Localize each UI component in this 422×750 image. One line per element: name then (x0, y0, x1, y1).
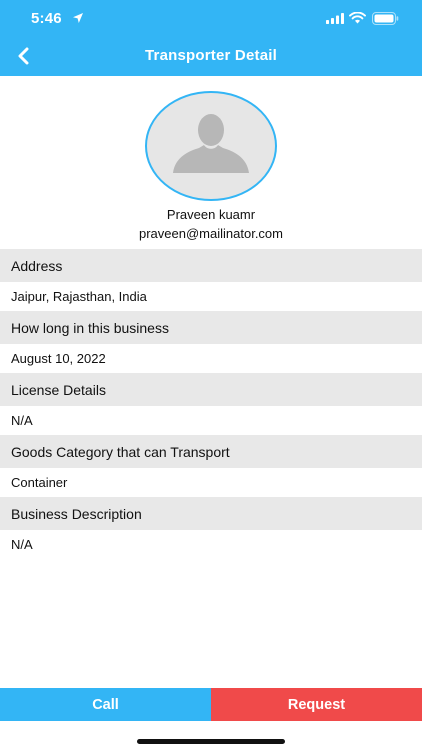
profile-email: praveen@mailinator.com (139, 226, 283, 241)
navigation-bar: Transporter Detail (0, 38, 422, 76)
cellular-signal-icon (326, 13, 344, 24)
profile-section: Praveen kuamr praveen@mailinator.com (0, 76, 422, 248)
details-list: Address Jaipur, Rajasthan, India How lon… (0, 249, 422, 559)
location-arrow-icon (73, 13, 83, 23)
business-description-label: Business Description (0, 497, 422, 530)
license-details-value: N/A (0, 406, 422, 435)
request-button[interactable]: Request (211, 688, 422, 721)
wifi-icon (349, 12, 366, 24)
goods-category-value: Container (0, 468, 422, 497)
business-description-value: N/A (0, 530, 422, 559)
address-label: Address (0, 249, 422, 282)
address-value: Jaipur, Rajasthan, India (0, 282, 422, 311)
app-header: 5:46 Transporter Detail (0, 0, 422, 76)
avatar (145, 91, 277, 201)
page-title: Transporter Detail (145, 47, 277, 64)
status-time: 5:46 (31, 10, 62, 27)
action-bar: Call Request (0, 688, 422, 721)
battery-icon (372, 12, 399, 25)
home-indicator-area (0, 721, 422, 750)
home-indicator[interactable] (137, 739, 285, 744)
business-duration-label: How long in this business (0, 311, 422, 344)
license-details-label: License Details (0, 373, 422, 406)
user-silhouette-icon (173, 114, 249, 173)
status-bar: 5:46 (0, 0, 422, 38)
call-button[interactable]: Call (0, 688, 211, 721)
profile-name: Praveen kuamr (166, 207, 256, 222)
goods-category-label: Goods Category that can Transport (0, 435, 422, 468)
business-duration-value: August 10, 2022 (0, 344, 422, 373)
